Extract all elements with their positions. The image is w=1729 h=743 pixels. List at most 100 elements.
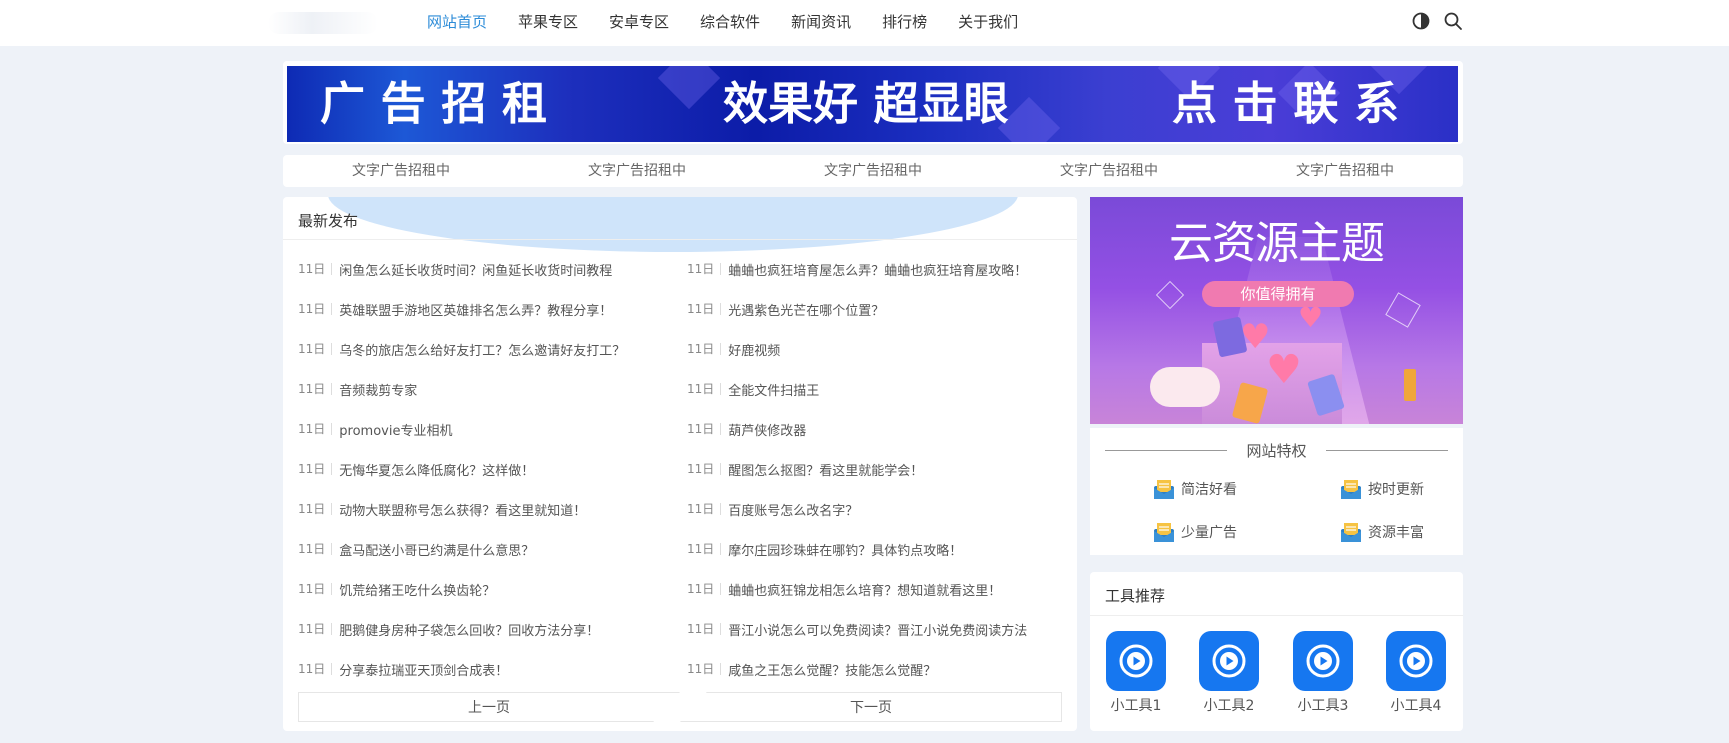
list-item[interactable]: 11日 乌冬的旅店怎么给好友打工？怎么邀请好友打工？ [298,329,678,369]
nav-software[interactable]: 综合软件 [700,0,760,44]
list-item[interactable]: 11日 葫芦侠修改器 [687,409,1067,449]
item-title-link[interactable]: 蛐蛐也疯狂培育屋怎么弄？蛐蛐也疯狂培育屋攻略！ [728,260,1027,279]
envelope-icon [1340,521,1362,543]
latest-list-right: 11日 蛐蛐也疯狂培育屋怎么弄？蛐蛐也疯狂培育屋攻略！ 11日 光遇紫色光芒在哪个位置… [687,249,1067,689]
item-title-link[interactable]: 全能文件扫描王 [728,380,819,399]
item-title-link[interactable]: 肥鹅健身房种子袋怎么回收？回收方法分享！ [339,620,599,639]
latest-list-left: 11日 闲鱼怎么延长收货时间？闲鱼延长收货时间教程 11日 英雄联盟手游地区英雄排名怎… [298,249,678,689]
search-icon[interactable] [1443,11,1463,31]
item-date: 11日 [687,623,722,635]
banner-ad[interactable]: 广 告 招 租 效果好 超显眼 点 击 联 系 [287,66,1458,142]
list-item[interactable]: 11日 百度账号怎么改名字？ [687,489,1067,529]
item-title-link[interactable]: 葫芦侠修改器 [728,420,806,439]
list-item[interactable]: 11日 蛐蛐也疯狂锦龙相怎么培育？想知道就看这里！ [687,569,1067,609]
item-date: 11日 [298,383,333,395]
item-title-link[interactable]: 分享泰拉瑞亚天顶剑合成表！ [339,660,508,679]
theme-toggle-icon[interactable] [1411,11,1431,31]
list-item[interactable]: 11日 闲鱼怎么延长收货时间？闲鱼延长收货时间教程 [298,249,678,289]
list-item[interactable]: 11日 分享泰拉瑞亚天顶剑合成表！ [298,649,678,689]
item-title-link[interactable]: 盒马配送小哥已约满是什么意思？ [339,540,534,559]
item-title-link[interactable]: 好鹿视频 [728,340,780,359]
pagination: 上一页 下一页 [298,692,1062,722]
item-title-link[interactable]: 摩尔庄园珍珠蚌在哪钓？具体钓点攻略！ [728,540,962,559]
item-title-link[interactable]: 晋江小说怎么可以免费阅读？晋江小说免费阅读方法 [728,620,1027,639]
tool-item[interactable]: 小工具4 [1386,631,1446,715]
list-item[interactable]: 11日 无悔华夏怎么降低腐化？这样做！ [298,449,678,489]
item-title-link[interactable]: 百度账号怎么改名字？ [728,500,858,519]
nav-news[interactable]: 新闻资讯 [791,0,851,44]
item-date: 11日 [687,263,722,275]
envelope-icon [1340,478,1362,500]
envelope-icon [1153,521,1175,543]
play-circle-icon [1199,631,1259,691]
item-title-link[interactable]: promovie专业相机 [339,420,452,439]
privilege-label: 资源丰富 [1368,525,1424,541]
item-title-link[interactable]: 饥荒给猪王吃什么换齿轮？ [339,580,495,599]
nav-home[interactable]: 网站首页 [427,0,487,44]
item-title-link[interactable]: 闲鱼怎么延长收货时间？闲鱼延长收货时间教程 [339,260,612,279]
list-item[interactable]: 11日 醒图怎么抠图？看这里就能学会！ [687,449,1067,489]
panel-decoration [328,197,1018,252]
privilege-item: 少量广告 [1153,521,1237,543]
list-item[interactable]: 11日 全能文件扫描王 [687,369,1067,409]
list-item[interactable]: 11日 动物大联盟称号怎么获得？看这里就知道！ [298,489,678,529]
nav-android[interactable]: 安卓专区 [609,0,669,44]
promo-banner[interactable]: 云资源主题 你值得拥有 ♥ ♥ ♥ [1090,197,1463,424]
nav-about[interactable]: 关于我们 [958,0,1018,44]
banner-text-right: 点 击 联 系 [1172,77,1399,130]
tool-label: 小工具3 [1297,698,1349,714]
play-circle-icon [1106,631,1166,691]
list-item[interactable]: 11日 盒马配送小哥已约满是什么意思？ [298,529,678,569]
text-ad-link[interactable]: 文字广告招租中 [283,155,519,187]
item-date: 11日 [298,303,333,315]
divider [1090,615,1463,616]
reading-person-illustration [1150,367,1220,407]
tool-label: 小工具4 [1390,698,1442,714]
privilege-item: 简洁好看 [1153,478,1237,500]
promo-title: 云资源主题 [1169,218,1385,269]
play-circle-icon [1293,631,1353,691]
tool-label: 小工具2 [1203,698,1255,714]
tools-title: 工具推荐 [1105,587,1166,605]
banner-ad-container: 广 告 招 租 效果好 超显眼 点 击 联 系 [283,61,1463,144]
item-title-link[interactable]: 乌冬的旅店怎么给好友打工？怎么邀请好友打工？ [339,340,625,359]
heart-icon: ♥ [1298,301,1324,334]
list-item[interactable]: 11日 光遇紫色光芒在哪个位置？ [687,289,1067,329]
item-title-link[interactable]: 蛐蛐也疯狂锦龙相怎么培育？想知道就看这里！ [728,580,1001,599]
list-item[interactable]: 11日 promovie专业相机 [298,409,678,449]
list-item[interactable]: 11日 晋江小说怎么可以免费阅读？晋江小说免费阅读方法 [687,609,1067,649]
item-title-link[interactable]: 无悔华夏怎么降低腐化？这样做！ [339,460,534,479]
item-title-link[interactable]: 英雄联盟手游地区英雄排名怎么弄？教程分享！ [339,300,612,319]
tool-item[interactable]: 小工具3 [1293,631,1353,715]
list-item[interactable]: 11日 饥荒给猪王吃什么换齿轮？ [298,569,678,609]
list-item[interactable]: 11日 摩尔庄园珍珠蚌在哪钓？具体钓点攻略！ [687,529,1067,569]
next-page-button[interactable]: 下一页 [680,692,1062,722]
text-ad-link[interactable]: 文字广告招租中 [755,155,991,187]
tool-item[interactable]: 小工具2 [1199,631,1259,715]
plant-icon [1404,369,1416,401]
list-item[interactable]: 11日 英雄联盟手游地区英雄排名怎么弄？教程分享！ [298,289,678,329]
item-date: 11日 [298,263,333,275]
item-title-link[interactable]: 动物大联盟称号怎么获得？看这里就知道！ [339,500,586,519]
nav-apple[interactable]: 苹果专区 [518,0,578,44]
site-logo[interactable] [268,12,378,34]
list-item[interactable]: 11日 好鹿视频 [687,329,1067,369]
text-ad-link[interactable]: 文字广告招租中 [519,155,755,187]
nav-ranking[interactable]: 排行榜 [882,0,927,44]
play-circle-icon [1386,631,1446,691]
tool-item[interactable]: 小工具1 [1106,631,1166,715]
item-title-link[interactable]: 醒图怎么抠图？看这里就能学会！ [728,460,923,479]
item-title-link[interactable]: 音频裁剪专家 [339,380,417,399]
list-item[interactable]: 11日 蛐蛐也疯狂培育屋怎么弄？蛐蛐也疯狂培育屋攻略！ [687,249,1067,289]
list-item[interactable]: 11日 肥鹅健身房种子袋怎么回收？回收方法分享！ [298,609,678,649]
latest-title: 最新发布 [298,212,359,230]
list-item[interactable]: 11日 音频裁剪专家 [298,369,678,409]
text-ad-link[interactable]: 文字广告招租中 [991,155,1227,187]
text-ad-link[interactable]: 文字广告招租中 [1227,155,1463,187]
list-item[interactable]: 11日 咸鱼之王怎么觉醒？技能怎么觉醒？ [687,649,1067,689]
prev-page-button[interactable]: 上一页 [298,692,680,722]
item-title-link[interactable]: 光遇紫色光芒在哪个位置？ [728,300,884,319]
item-date: 11日 [687,663,722,675]
item-title-link[interactable]: 咸鱼之王怎么觉醒？技能怎么觉醒？ [728,660,936,679]
cube-icon [1155,280,1185,310]
